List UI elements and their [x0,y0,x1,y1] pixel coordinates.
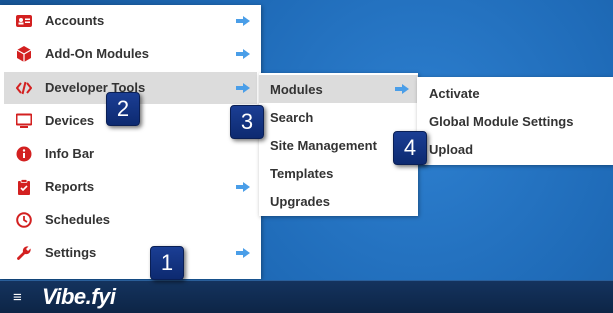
submenu-item-label: Upgrades [270,194,330,209]
submenu-arrow-icon [236,248,250,258]
submenu-arrow-icon [395,84,409,94]
cube-icon [16,46,32,62]
callout-3: 3 [230,105,264,139]
hamburger-menu-icon[interactable]: ≡ [13,289,22,306]
submenu-item-label: Site Management [270,138,377,153]
id-card-icon [16,15,32,27]
submenu-item-modules[interactable]: Modules [259,75,418,103]
submenu-item-label: Templates [270,166,334,181]
submenu-arrow-icon [236,83,250,93]
callout-2: 2 [106,92,140,126]
callout-4: 4 [393,131,427,165]
submenu-arrow-icon [236,49,250,59]
submenu-item-label: Global Module Settings [429,114,574,129]
submenu-item-activate[interactable]: Activate [417,79,613,107]
menu-item-label: Settings [45,245,97,260]
modules-submenu: Activate Global Module Settings Upload [417,77,613,165]
vibe-logo: Vibe.fyi [42,284,116,309]
clipboard-check-icon [18,179,30,195]
submenu-item-label: Activate [429,86,480,101]
menu-item-label: Schedules [45,212,111,227]
submenu-item-label: Upload [429,142,474,157]
menu-item-label: Devices [45,113,95,128]
menu-item-label: Reports [45,179,95,194]
wrench-icon [17,246,31,260]
menu-item-accounts[interactable]: Accounts [4,5,257,37]
submenu-item-label: Modules [270,82,323,97]
menu-item-add-on-modules[interactable]: Add-On Modules [4,38,257,70]
menu-item-label: Accounts [45,13,105,28]
menu-item-settings[interactable]: Settings [4,237,257,269]
submenu-item-global-module-settings[interactable]: Global Module Settings [417,107,613,135]
menu-item-label: Add-On Modules [45,46,149,61]
submenu-arrow-icon [236,182,250,192]
menu-item-schedules[interactable]: Schedules [4,204,257,236]
submenu-item-search[interactable]: Search [259,103,418,131]
menu-item-label: Info Bar [45,146,95,161]
callout-1: 1 [150,246,184,280]
submenu-item-upload[interactable]: Upload [417,135,613,163]
submenu-item-upgrades[interactable]: Upgrades [259,187,418,215]
start-menu: Accounts Add-On Modules Developer Tools … [0,5,261,279]
info-circle-icon [16,146,32,162]
monitor-icon [16,113,32,128]
submenu-item-label: Search [270,110,314,125]
clock-icon [16,212,32,228]
submenu-arrow-icon [236,16,250,26]
code-icon [16,81,32,95]
menu-item-reports[interactable]: Reports [4,171,257,203]
taskbar: ≡ Vibe.fyi [0,280,613,313]
menu-item-info-bar[interactable]: Info Bar [4,138,257,170]
